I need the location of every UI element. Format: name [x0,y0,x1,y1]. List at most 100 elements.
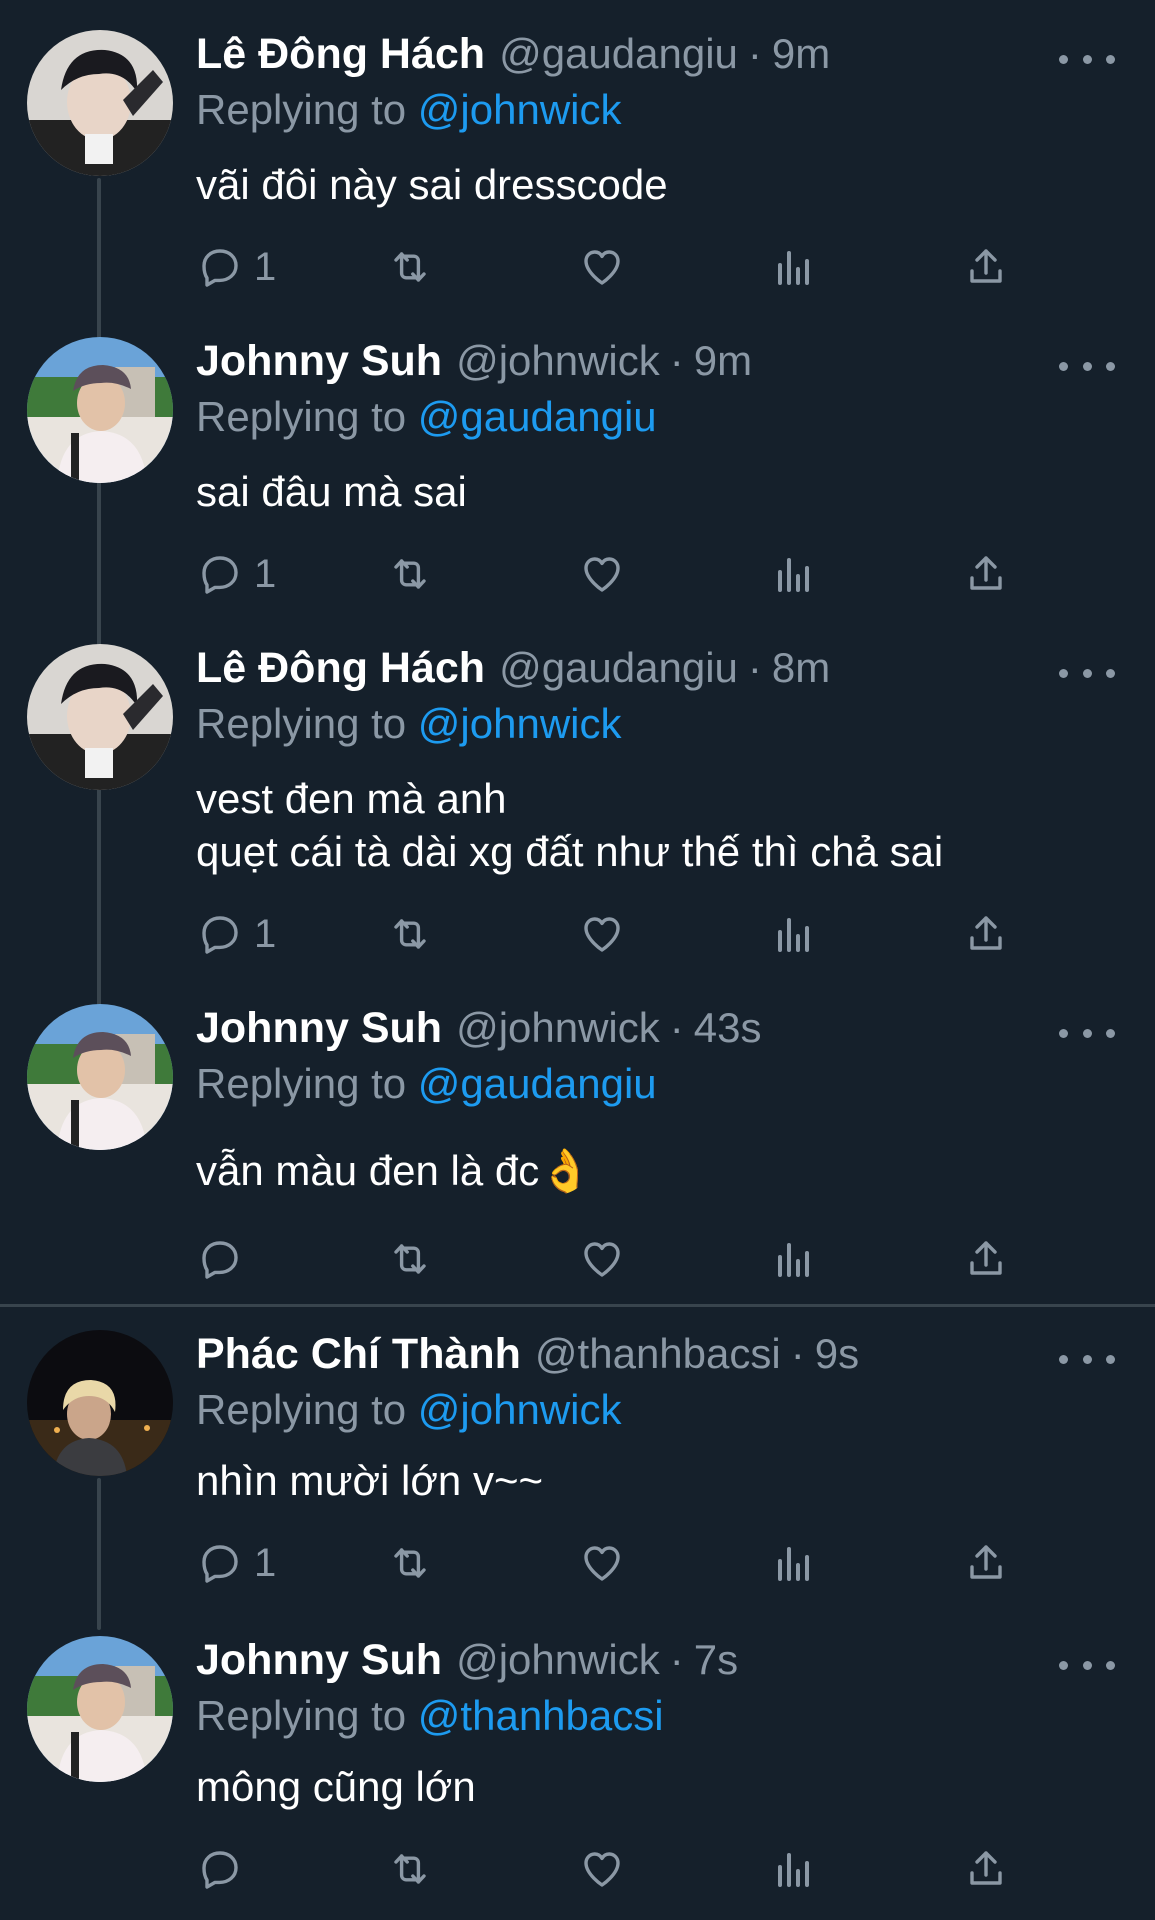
reply-button[interactable]: 1 [196,240,276,294]
share-icon [970,916,1002,950]
more-icon[interactable] [1059,1650,1115,1680]
reply-count: 1 [254,1540,277,1585]
reply-button[interactable]: 1 [196,547,276,601]
reply-mention-link[interactable]: @gaudangiu [418,393,657,440]
more-icon[interactable] [1059,1018,1115,1048]
user-handle[interactable]: @johnwick [456,1636,660,1684]
avatar-cap-outdoor-photo [27,337,173,483]
reply-mention-link[interactable]: @gaudangiu [418,1060,657,1107]
display-name[interactable]: Johnny Suh [196,337,442,386]
replying-to: Replying to @gaudangiu [196,393,657,441]
like-icon [584,917,620,952]
tweet[interactable]: Phác Chí Thành @thanhbacsi · 9s Replying… [0,1330,1155,1600]
like-icon [584,1852,620,1887]
tweet[interactable]: Lê Đông Hách @gaudangiu · 9m Replying to… [0,30,1155,300]
reply-mention-link[interactable]: @johnwick [418,1386,622,1433]
like-button[interactable] [578,1536,626,1590]
avatar[interactable] [27,337,173,483]
analytics-button[interactable] [770,547,818,601]
user-handle[interactable]: @thanhbacsi [535,1330,781,1378]
user-handle[interactable]: @johnwick [456,1004,660,1052]
replying-to-label: Replying to [196,1386,407,1433]
tweet[interactable]: Johnny Suh @johnwick · 43s Replying to @… [0,1004,1155,1279]
reply-mention-link[interactable]: @thanhbacsi [418,1692,664,1739]
retweet-button[interactable] [386,907,434,961]
analytics-button[interactable] [770,1536,818,1590]
avatar[interactable] [27,644,173,790]
reply-button[interactable]: 1 [196,1536,276,1590]
replying-to: Replying to @johnwick [196,700,622,748]
reply-button[interactable] [196,1232,254,1286]
reply-button[interactable]: 1 [196,907,276,961]
tweet-text: mông cũng lớn [196,1763,476,1810]
timestamp[interactable]: 9m [772,30,830,78]
share-button[interactable] [962,547,1010,601]
like-icon [584,250,620,285]
share-button[interactable] [962,1536,1010,1590]
user-handle[interactable]: @gaudangiu [499,30,738,78]
more-icon[interactable] [1059,658,1115,688]
share-button[interactable] [962,1842,1010,1896]
display-name[interactable]: Johnny Suh [196,1636,442,1685]
retweet-button[interactable] [386,1232,434,1286]
tweet-text: nhìn mười lớn v~~ [196,1457,544,1504]
timestamp[interactable]: 8m [772,644,830,692]
tweet-text: vest đen mà anh quẹt cái tà dài xg đất n… [196,775,944,875]
tweet-actions: 1 [196,547,1036,601]
tweet[interactable]: Lê Đông Hách @gaudangiu · 8m Replying to… [0,644,1155,964]
user-handle[interactable]: @gaudangiu [499,644,738,692]
reply-count: 1 [254,911,277,956]
timestamp[interactable]: 7s [694,1636,738,1684]
share-button[interactable] [962,240,1010,294]
analytics-button[interactable] [770,1842,818,1896]
tweet-text: vẫn màu đen là đc👌 [196,1147,592,1194]
dot-separator: · [669,337,684,384]
timestamp[interactable]: 9m [694,337,752,385]
avatar[interactable] [27,1004,173,1150]
more-icon[interactable] [1059,351,1115,381]
like-button[interactable] [578,1842,626,1896]
tweet-header: Johnny Suh @johnwick · 9m [196,337,752,397]
timestamp[interactable]: 9s [815,1330,859,1378]
retweet-icon [394,1854,426,1884]
retweet-icon [394,1244,426,1274]
like-button[interactable] [578,1232,626,1286]
analytics-button[interactable] [770,1232,818,1286]
tweet[interactable]: Johnny Suh @johnwick · 7s Replying to @t… [0,1636,1155,1906]
share-button[interactable] [962,907,1010,961]
analytics-icon [778,1853,809,1887]
tweet[interactable]: Johnny Suh @johnwick · 9m Replying to @g… [0,337,1155,607]
display-name[interactable]: Lê Đông Hách [196,30,485,79]
conversation-timeline: Lê Đông Hách @gaudangiu · 9m Replying to… [0,0,1155,1920]
dot-separator: · [790,1330,805,1377]
more-icon[interactable] [1059,1344,1115,1374]
like-button[interactable] [578,240,626,294]
avatar[interactable] [27,1330,173,1476]
tweet-text: sai đâu mà sai [196,468,467,515]
like-button[interactable] [578,907,626,961]
share-icon [970,249,1002,283]
tweet-header: Lê Đông Hách @gaudangiu · 9m [196,30,830,90]
reply-count: 1 [254,244,277,289]
retweet-button[interactable] [386,240,434,294]
analytics-button[interactable] [770,240,818,294]
retweet-button[interactable] [386,1536,434,1590]
reply-mention-link[interactable]: @johnwick [418,86,622,133]
retweet-button[interactable] [386,547,434,601]
reply-button[interactable] [196,1842,254,1896]
share-button[interactable] [962,1232,1010,1286]
reply-mention-link[interactable]: @johnwick [418,700,622,747]
retweet-button[interactable] [386,1842,434,1896]
avatar[interactable] [27,30,173,176]
display-name[interactable]: Phác Chí Thành [196,1330,521,1379]
analytics-icon [778,918,809,952]
analytics-button[interactable] [770,907,818,961]
user-handle[interactable]: @johnwick [456,337,660,385]
more-icon[interactable] [1059,44,1115,74]
avatar-dark-hair-photo [27,644,173,790]
display-name[interactable]: Johnny Suh [196,1004,442,1053]
timestamp[interactable]: 43s [694,1004,762,1052]
like-button[interactable] [578,547,626,601]
display-name[interactable]: Lê Đông Hách [196,644,485,693]
avatar[interactable] [27,1636,173,1782]
